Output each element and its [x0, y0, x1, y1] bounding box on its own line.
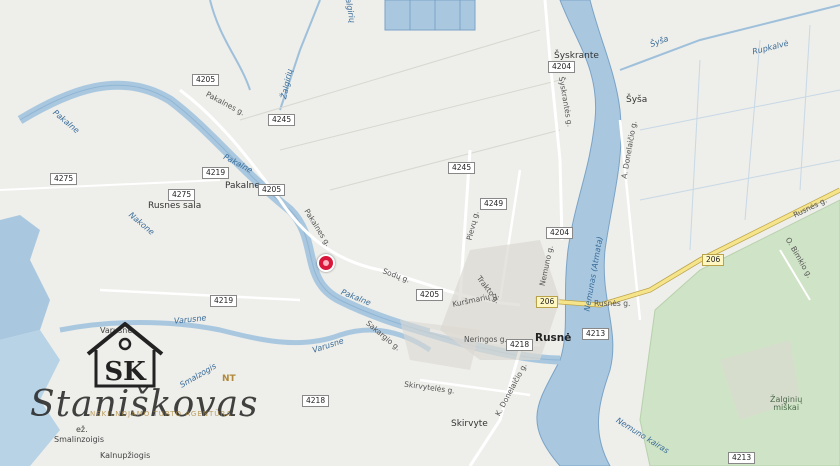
shield-4205-a: 4205	[192, 74, 220, 87]
logo-nt-text: NT	[222, 374, 236, 384]
house-logo-icon: SK	[86, 322, 164, 388]
map-view[interactable]: Rusnė Pakalne Rusnes sala Šyskrante Šyša…	[0, 0, 840, 466]
shield-4205-c: 4205	[416, 289, 444, 302]
shield-4204-a: 4204	[548, 61, 576, 74]
shield-4249: 4249	[480, 198, 508, 211]
shield-4245-b: 4245	[448, 162, 476, 175]
place-kalnupziogis: Kalnupžiogis	[100, 451, 151, 460]
shield-4219-b: 4219	[210, 295, 238, 308]
place-rusne: Rusnė	[535, 332, 572, 344]
place-pakalne: Pakalne	[225, 181, 260, 191]
place-zalginiu-miskai: Žalginių miškai	[770, 395, 803, 412]
place-skirvyte: Skirvyte	[451, 419, 488, 429]
place-rusnes-sala: Rusnes sala	[148, 201, 202, 211]
shield-4213-b: 4213	[728, 452, 756, 465]
shield-4205-b: 4205	[258, 184, 286, 197]
shield-206-a: 206	[536, 296, 559, 309]
watermark-logo: SK Staniškovas NT NEKILNOJAMO TURTO AGEN…	[30, 320, 258, 440]
street-rusnes: Rusnės g.	[594, 299, 631, 308]
street-neringos: Neringos g.	[464, 335, 507, 344]
logo-subtitle: NEKILNOJAMO TURTO AGENTŪRA	[90, 410, 232, 418]
place-sysa: Šyša	[626, 95, 648, 105]
shield-4275-b: 4275	[168, 189, 196, 202]
shield-4218-a: 4218	[506, 339, 534, 352]
shield-4218-b: 4218	[302, 395, 330, 408]
shield-206-b: 206	[702, 254, 725, 267]
shield-4275-a: 4275	[50, 173, 78, 186]
shield-4219-a: 4219	[202, 167, 230, 180]
place-syskrante: Šyskrante	[554, 51, 599, 61]
fish-ponds	[384, 0, 476, 31]
shield-4204-b: 4204	[546, 227, 574, 240]
logo-script-text: Staniškovas	[30, 384, 259, 425]
location-pin-icon[interactable]	[317, 254, 335, 272]
shield-4213-a: 4213	[582, 328, 610, 341]
logo-monogram: SK	[104, 357, 147, 387]
shield-4245-a: 4245	[268, 114, 296, 127]
